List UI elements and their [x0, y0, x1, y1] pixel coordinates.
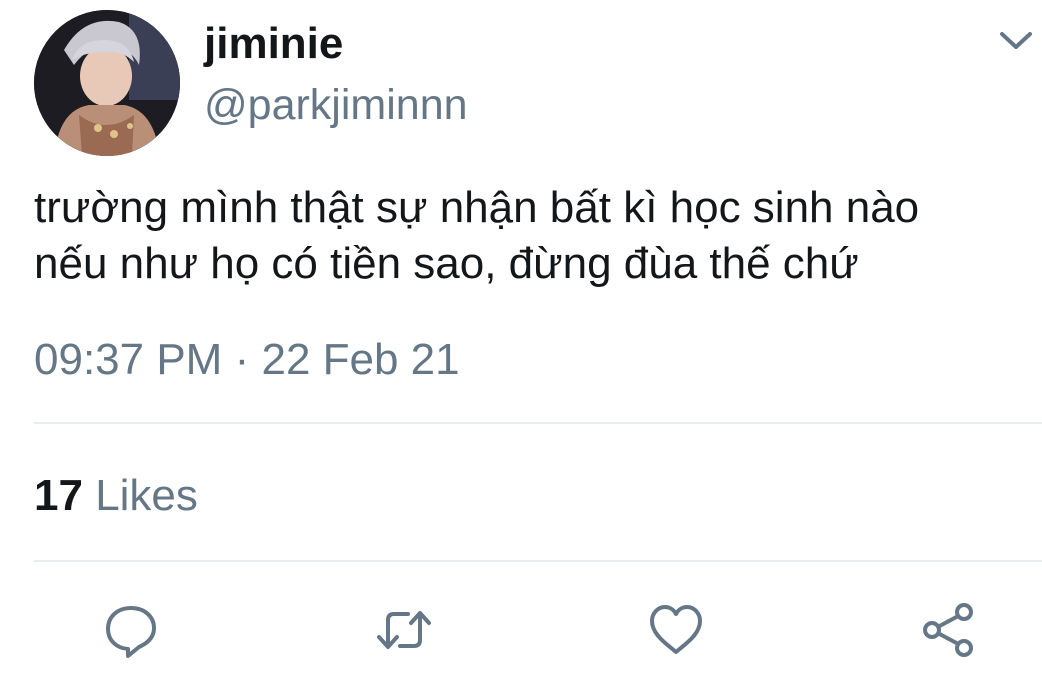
tweet-text-line: nếu như họ có tiền sao, đừng đùa thế chứ	[34, 239, 859, 288]
share-icon	[923, 603, 973, 657]
retweet-icon	[377, 611, 431, 649]
tweet-timestamp: 09:37 PM · 22 Feb 21	[34, 338, 460, 382]
divider	[34, 422, 1042, 424]
reply-button[interactable]	[101, 600, 161, 660]
tweet-date: 22 Feb 21	[261, 335, 460, 384]
reply-icon	[106, 606, 156, 658]
display-name[interactable]: jiminie	[204, 22, 343, 66]
user-handle[interactable]: @parkjiminnn	[204, 84, 468, 127]
chevron-down-icon[interactable]	[996, 24, 1036, 58]
avatar-image	[34, 10, 180, 156]
timestamp-separator: ·	[234, 335, 250, 384]
like-button[interactable]	[646, 600, 706, 660]
avatar[interactable]	[34, 10, 180, 156]
heart-icon	[650, 605, 702, 654]
share-button[interactable]	[918, 600, 978, 660]
tweet-time: 09:37 PM	[34, 335, 223, 384]
likes-stat[interactable]: 17 Likes	[34, 474, 198, 518]
divider	[34, 560, 1042, 562]
tweet-text-line: trường mình thật sự nhận bất kì học sinh…	[34, 183, 920, 232]
likes-count: 17	[34, 471, 83, 520]
tweet-text: trường mình thật sự nhận bất kì học sinh…	[34, 180, 1042, 292]
retweet-button[interactable]	[374, 600, 434, 660]
likes-label: Likes	[95, 471, 198, 520]
tweet-card: jiminie @parkjiminnn trường mình thật sự…	[0, 0, 1042, 692]
